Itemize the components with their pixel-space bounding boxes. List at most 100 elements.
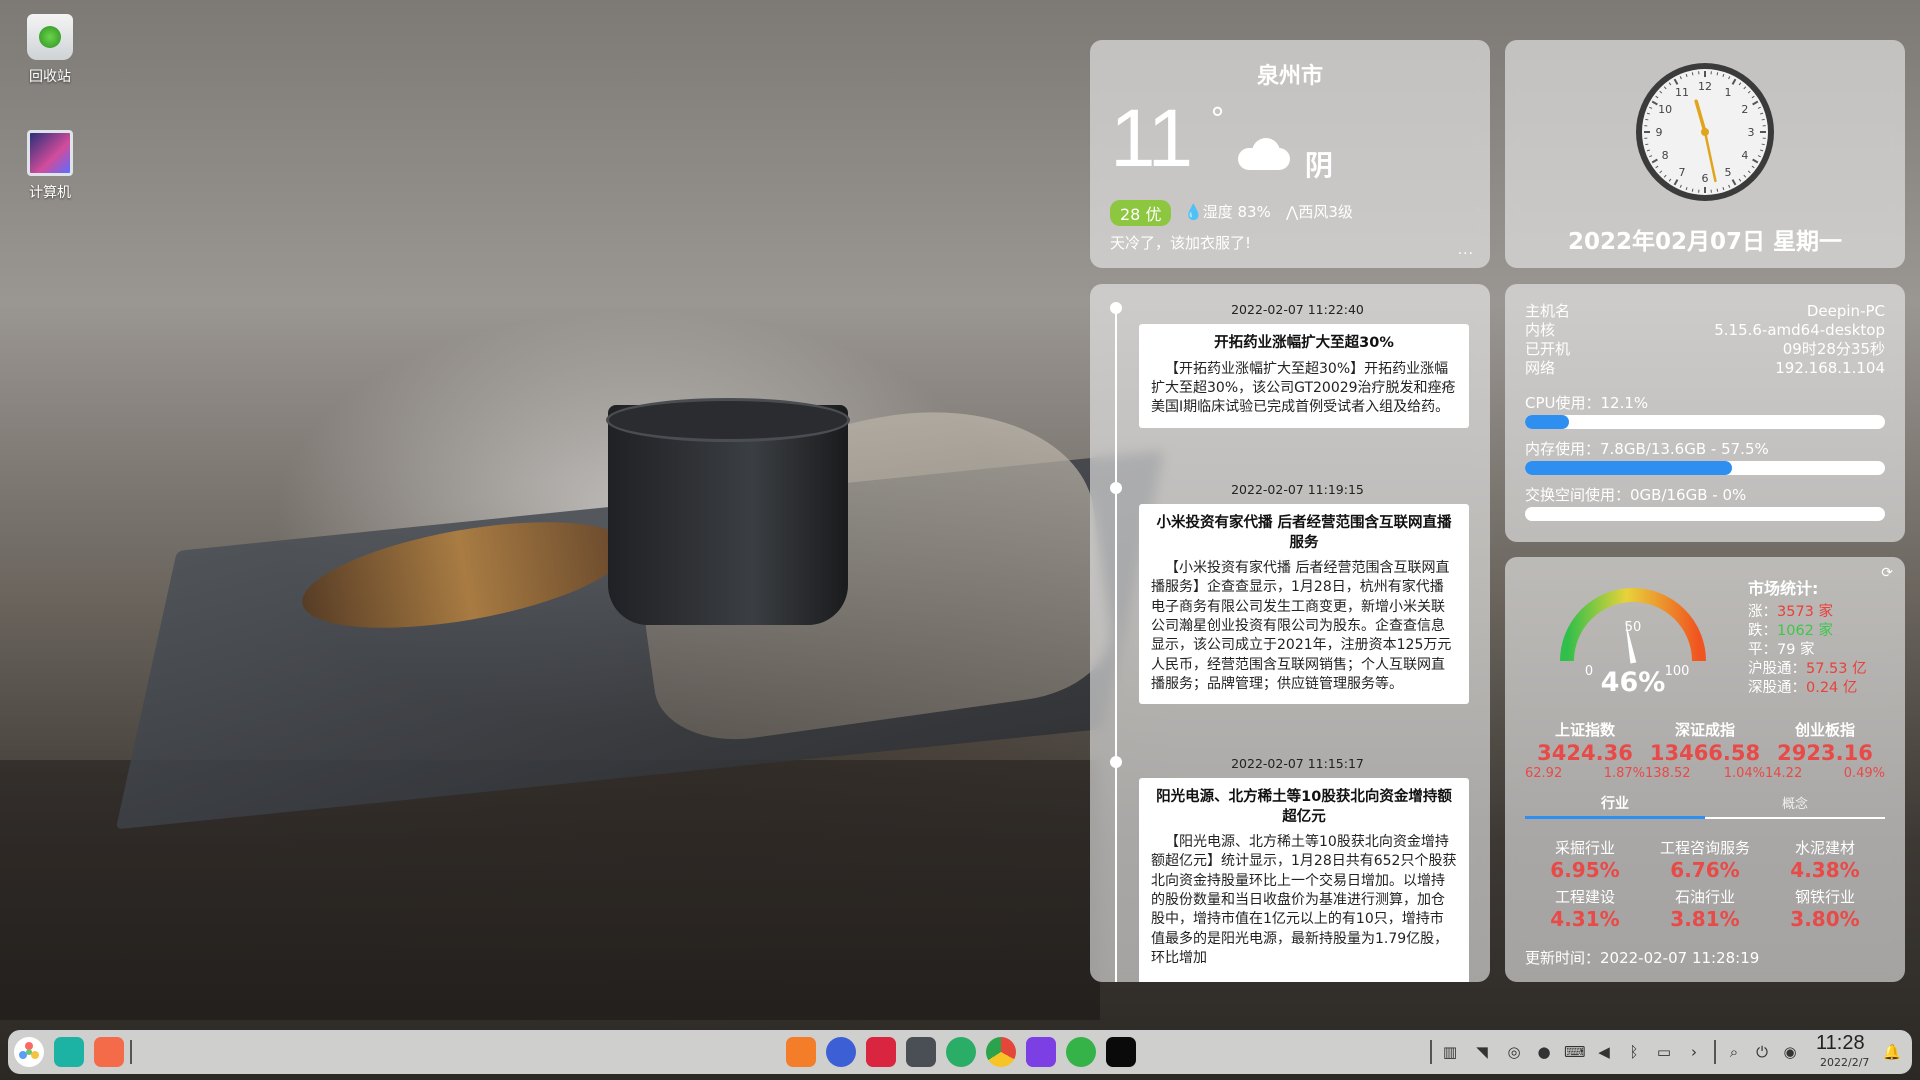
clock-numeral: 2: [1741, 103, 1748, 116]
weather-widget: 泉州市 11 ° 阴 28 优 💧湿度 83% ⋀西风3级 天冷了，该加衣服了!…: [1090, 40, 1490, 268]
clock-tick: [1716, 72, 1719, 76]
index-chinext[interactable]: 创业板指 2923.16 14.22 0.49%: [1765, 719, 1885, 781]
webstorm-icon[interactable]: [1106, 1037, 1136, 1067]
clock-numeral: 7: [1679, 166, 1686, 179]
desktop-icon-computer[interactable]: 计算机: [12, 130, 88, 202]
file-manager-icon[interactable]: ▥: [1440, 1042, 1460, 1062]
clock-numeral: 8: [1662, 149, 1669, 162]
keyboard-icon[interactable]: ⌨: [1564, 1042, 1586, 1062]
news-title: 开拓药业涨幅扩大至超30%: [1214, 335, 1394, 351]
clock-numeral: 12: [1698, 80, 1712, 93]
system-row-hostname: 主机名 Deepin-PC: [1525, 302, 1885, 320]
news-widget[interactable]: 2022-02-07 11:22:40 开拓药业涨幅扩大至超30% 【开拓药业涨…: [1090, 284, 1490, 982]
taskbar-separator: [1430, 1040, 1432, 1064]
market-stats-title: 市场统计:: [1748, 579, 1819, 598]
system-row-kernel: 内核 5.15.6-amd64-desktop: [1525, 321, 1885, 339]
memory-usage-label: 内存使用：7.8GB/13.6GB - 57.5%: [1525, 440, 1769, 458]
news-card[interactable]: 开拓药业涨幅扩大至超30% 【开拓药业涨幅扩大至超30%】开拓药业涨幅扩大至超3…: [1139, 324, 1469, 428]
aqi-badge: 28 优: [1110, 200, 1172, 226]
weather-more-button[interactable]: ···: [1458, 246, 1474, 262]
battery-icon[interactable]: ▭: [1654, 1042, 1674, 1062]
volume-icon[interactable]: ◀: [1594, 1042, 1614, 1062]
industry-item[interactable]: 采掘行业 6.95%: [1525, 837, 1645, 882]
industry-item[interactable]: 水泥建材 4.38%: [1765, 837, 1885, 882]
clock-numeral: 4: [1741, 149, 1748, 162]
clock-numeral: 3: [1748, 126, 1755, 139]
tab-industry[interactable]: 行业: [1525, 793, 1705, 819]
industry-item[interactable]: 工程咨询服务 6.76%: [1645, 837, 1765, 882]
tab-concept[interactable]: 概念: [1705, 793, 1885, 817]
launcher-icon[interactable]: [14, 1037, 44, 1067]
network-icon[interactable]: ◎: [1504, 1042, 1524, 1062]
wechat-tray-icon[interactable]: ●: [1534, 1042, 1554, 1062]
market-widget: 0 50 100 46% ⟳ 市场统计: 涨：3573 家 跌：1062 家 平…: [1505, 557, 1905, 982]
stat-shenzhen-connect: 深股通：0.24 亿: [1748, 680, 1858, 696]
taskbar-separator: [130, 1040, 132, 1064]
cpu-usage-fill: [1525, 415, 1569, 429]
cpu-usage-bar: [1525, 415, 1885, 429]
stat-up: 涨：3573 家: [1748, 604, 1834, 620]
desktop-icon-trash[interactable]: 回收站: [12, 14, 88, 86]
terminal-icon[interactable]: [866, 1037, 896, 1067]
expand-icon[interactable]: ›: [1684, 1042, 1704, 1062]
index-shenzhen[interactable]: 深证成指 13466.58 138.52 1.04%: [1645, 719, 1765, 781]
weather-humidity: 💧湿度 83%: [1184, 203, 1271, 221]
chrome-icon[interactable]: [986, 1037, 1016, 1067]
weixin-work-icon[interactable]: [1066, 1037, 1096, 1067]
weather-wind: ⋀西风3级: [1286, 203, 1353, 221]
intellij-idea-icon[interactable]: [1026, 1037, 1056, 1067]
taskbar-clock[interactable]: 11:28: [1816, 1032, 1865, 1055]
news-card[interactable]: 阳光电源、北方稀土等10股获北向资金增持额超亿元 【阳光电源、北方稀土等10股获…: [1139, 778, 1469, 982]
market-tabs: 行业 概念: [1525, 793, 1885, 819]
clock-numeral: 10: [1658, 103, 1672, 116]
bluetooth-icon[interactable]: ᛒ: [1624, 1042, 1644, 1062]
settings-icon[interactable]: [826, 1037, 856, 1067]
swap-usage-label: 交换空间使用：0GB/16GB - 0%: [1525, 486, 1747, 504]
notification-bell-icon[interactable]: 🔔: [1882, 1042, 1902, 1062]
search-icon[interactable]: ⌕: [1724, 1042, 1744, 1062]
system-row-network: 网络 192.168.1.104: [1525, 359, 1885, 377]
industry-item[interactable]: 钢铁行业 3.80%: [1765, 886, 1885, 931]
cloud-icon: [1238, 138, 1290, 170]
wifi-icon[interactable]: ◥: [1472, 1042, 1492, 1062]
clock-center: [1701, 128, 1709, 136]
taskbar: ▥ ◥ ◎ ● ⌨ ◀ ᛒ ▭ › ⌕ ⏻ ◉ 11:28 2022/2/7 🔔: [8, 1030, 1912, 1074]
assistant-icon[interactable]: ◉: [1780, 1042, 1800, 1062]
screen-recorder-icon[interactable]: [906, 1037, 936, 1067]
power-icon[interactable]: ⏻: [1752, 1042, 1772, 1062]
news-body: 【小米投资有家代播 后者经营范围含互联网直播服务】企查查显示，1月28日，杭州有…: [1151, 560, 1452, 692]
clock-numeral: 11: [1675, 86, 1689, 99]
news-card[interactable]: 小米投资有家代播 后者经营范围含互联网直播服务 【小米投资有家代播 后者经营范围…: [1139, 504, 1469, 705]
app-store-icon[interactable]: [786, 1037, 816, 1067]
multitask-view-icon[interactable]: [54, 1037, 84, 1067]
news-body: 【开拓药业涨幅扩大至超30%】开拓药业涨幅扩大至超30%，该公司GT20029治…: [1151, 360, 1456, 416]
weather-tip: 天冷了，该加衣服了!: [1110, 234, 1252, 252]
stat-shanghai-connect: 沪股通：57.53 亿: [1748, 661, 1867, 677]
industry-item[interactable]: 石油行业 3.81%: [1645, 886, 1765, 931]
clock-tick: [1691, 72, 1694, 76]
wallpaper-leaf: [294, 502, 636, 648]
memory-usage-bar: [1525, 461, 1885, 475]
taskbar-separator: [1714, 1040, 1716, 1064]
clock-date: 2022年02月07日 星期一: [1567, 229, 1843, 255]
industry-item[interactable]: 工程建设 4.31%: [1525, 886, 1645, 931]
clock-tick: [1716, 188, 1719, 192]
clock-widget: 12 1 2 3 4 5 6 7 8 9 10 11 2022年02月07日 星期一: [1505, 40, 1905, 268]
clock-numeral: 6: [1702, 172, 1709, 185]
desktop-icon-label: 计算机: [29, 185, 71, 201]
clock-numeral: 9: [1656, 126, 1663, 139]
system-info-widget: 主机名 Deepin-PC 内核 5.15.6-amd64-desktop 已开机 0…: [1505, 284, 1905, 542]
market-stats: 涨：3573 家 跌：1062 家 平：79 家 沪股通：57.53 亿 深股通…: [1748, 603, 1867, 698]
weather-temperature: 11: [1110, 93, 1193, 184]
clock-numeral: 1: [1725, 86, 1732, 99]
wechat-icon[interactable]: [946, 1037, 976, 1067]
wallpaper-table: [0, 760, 1100, 1020]
system-row-uptime: 已开机 09时28分35秒: [1525, 340, 1885, 358]
refresh-icon[interactable]: ⟳: [1881, 565, 1893, 581]
index-shanghai[interactable]: 上证指数 3424.36 62.92 1.87%: [1525, 719, 1645, 781]
gauge-value: 46%: [1600, 667, 1666, 698]
news-time: 2022-02-07 11:22:40: [1231, 302, 1364, 317]
clock-tick: [1645, 143, 1649, 146]
workspace-icon[interactable]: [94, 1037, 124, 1067]
clock-tick: [1691, 188, 1694, 192]
